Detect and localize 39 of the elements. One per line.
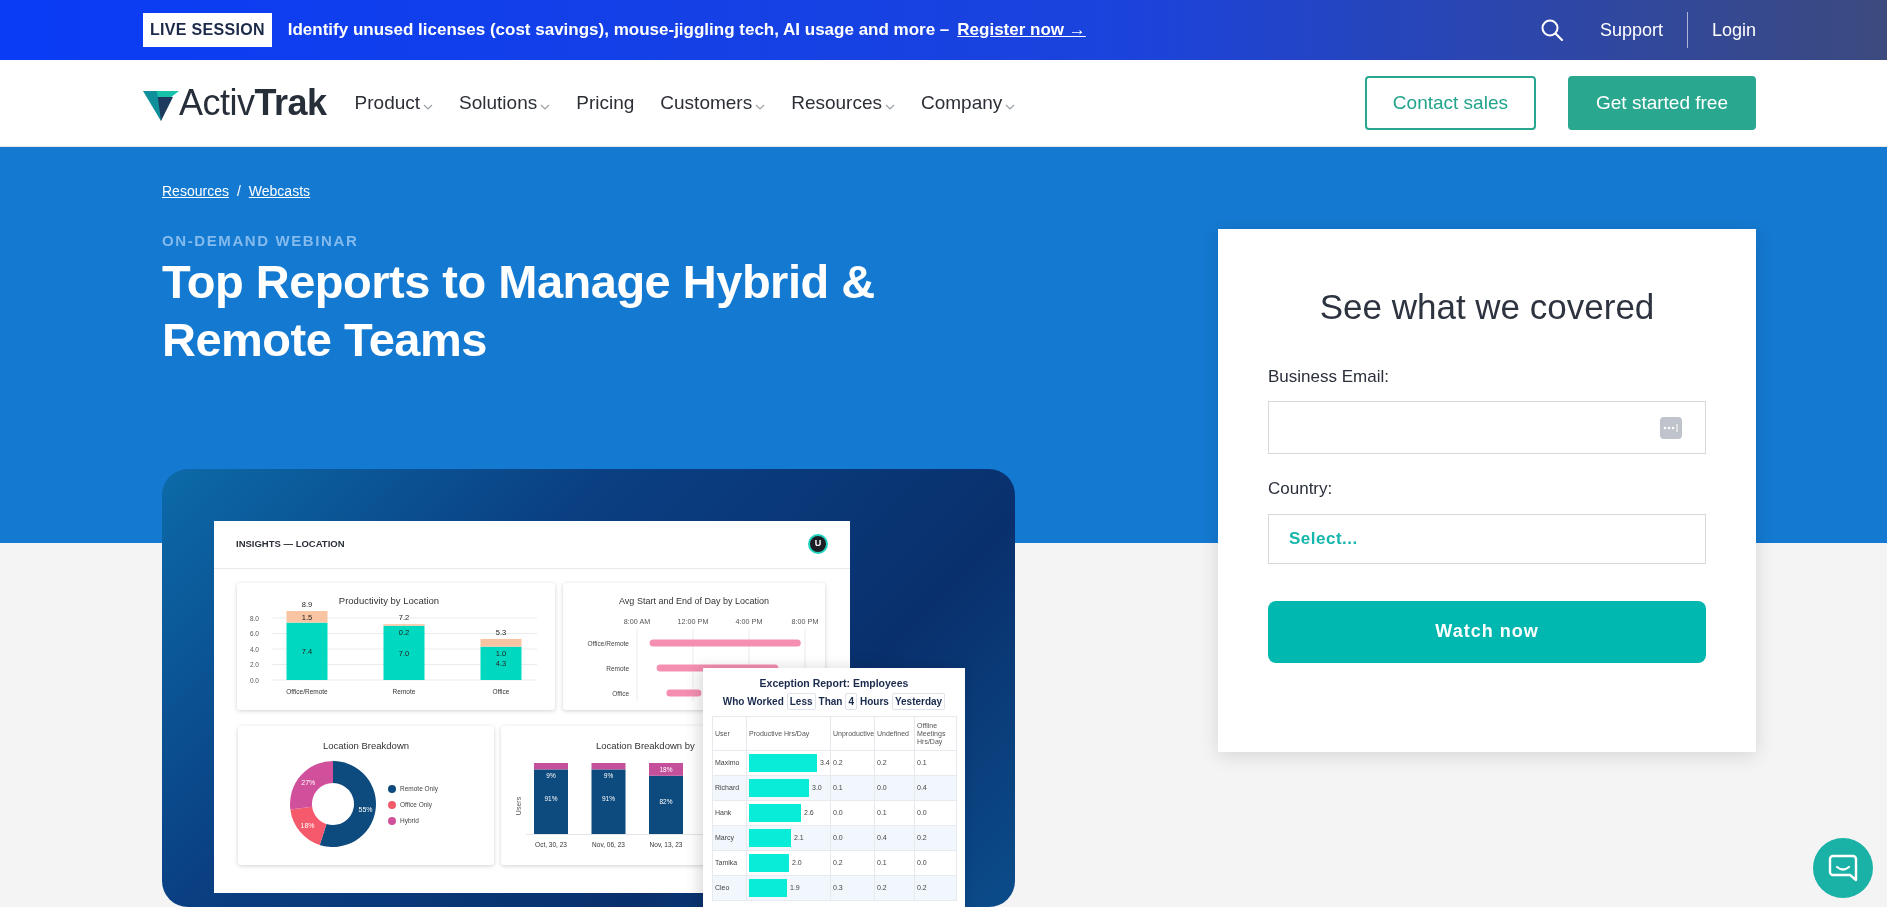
nav-link[interactable]: Resources <box>791 88 895 118</box>
chart-title: Productivity by Location <box>338 594 440 606</box>
register-link[interactable]: Register now → <box>957 17 1086 43</box>
dashboard-title: INSIGHTS — LOCATION <box>236 536 345 551</box>
utility-link[interactable]: Support <box>1599 16 1663 44</box>
report-title: Exception Report: Employees <box>758 675 910 691</box>
password-manager-icon[interactable] <box>1660 417 1682 439</box>
announcement-text: Identify unused licenses (cost savings), mouse-jiggling tech, AI usage and more – <box>287 19 950 42</box>
filter-text: Hours <box>860 695 889 710</box>
nav-link[interactable]: Pricing <box>576 88 635 118</box>
nav-link[interactable]: Company <box>921 88 1016 118</box>
breadcrumb-separator: / <box>236 182 241 201</box>
filter-text: Than <box>818 695 843 710</box>
filter-select[interactable]: Yesterday <box>891 693 946 711</box>
utility-link[interactable]: Login <box>1711 16 1756 44</box>
field-label: Country: <box>1268 478 1334 500</box>
logo-text[interactable]: ActivTrak <box>179 85 327 121</box>
breadcrumb-link[interactable]: Webcasts <box>248 181 311 202</box>
chart-title: Avg Start and End of Day by Location <box>619 595 769 606</box>
filter-select[interactable]: 4 <box>845 693 857 711</box>
filter-select[interactable]: Less <box>786 693 816 711</box>
chart-title: Location Breakdown by <box>596 739 695 751</box>
user-avatar[interactable]: U <box>808 534 828 554</box>
breadcrumb-link[interactable]: Resources <box>162 181 229 202</box>
logo-icon[interactable] <box>143 89 179 121</box>
eyebrow-label: ON-DEMAND WEBINAR <box>162 231 360 251</box>
nav-link[interactable]: Product <box>354 88 434 118</box>
page-title: Top Reports to Manage Hybrid & Remote Teams <box>162 253 876 368</box>
form-title: See what we covered <box>1318 286 1656 328</box>
filter-text: Who Worked <box>722 695 784 710</box>
chart-title: Location Breakdown <box>322 739 410 751</box>
live-session-badge: LIVE SESSION <box>143 13 272 47</box>
search-icon[interactable] <box>1539 18 1564 42</box>
nav-link[interactable]: Solutions <box>459 88 551 118</box>
chat-icon <box>1828 854 1858 882</box>
field-label: Business Email: <box>1268 365 1390 388</box>
range-bar <box>666 689 702 696</box>
email-field[interactable] <box>1268 401 1706 454</box>
nav-link[interactable]: Customers <box>660 88 766 118</box>
